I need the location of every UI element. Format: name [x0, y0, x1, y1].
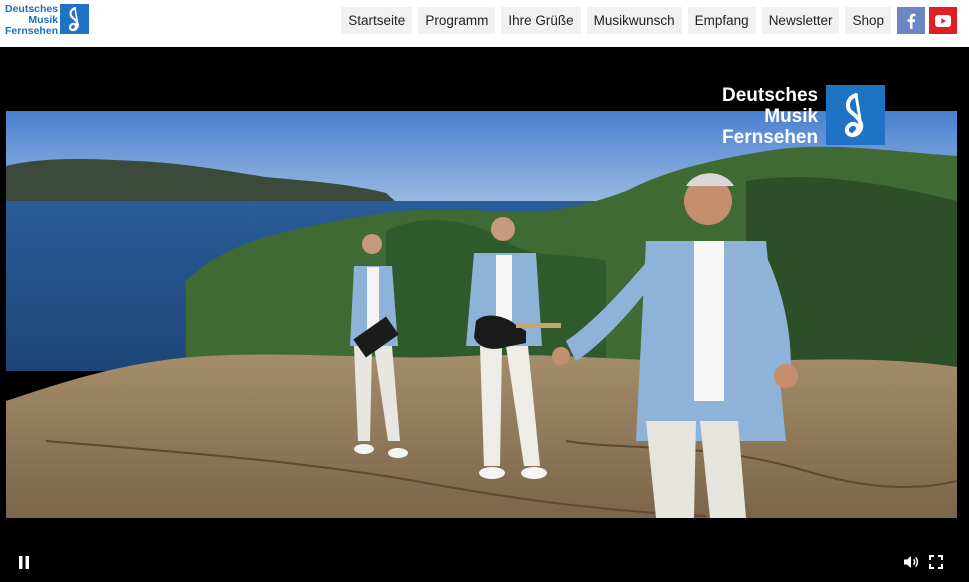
pause-icon: [19, 556, 29, 569]
nav-startseite[interactable]: Startseite: [341, 7, 413, 34]
volume-button[interactable]: [903, 555, 919, 574]
video-scene: [6, 111, 957, 518]
volume-icon: [904, 556, 919, 568]
nav-musikwunsch[interactable]: Musikwunsch: [586, 7, 682, 34]
youtube-button[interactable]: [929, 7, 957, 34]
fullscreen-icon: [929, 555, 943, 569]
nav-programm[interactable]: Programm: [418, 7, 496, 34]
watermark-line-1: Deutsches: [722, 85, 819, 106]
pause-button[interactable]: [18, 556, 30, 574]
logo-line-3: Fernsehen: [5, 25, 59, 37]
treble-clef-icon: [60, 4, 90, 34]
watermark-text: Deutsches Musik Fernsehen: [722, 85, 818, 148]
youtube-icon: [935, 14, 951, 27]
watermark-line-2: Musik: [764, 106, 819, 127]
nav-empfang[interactable]: Empfang: [687, 7, 756, 34]
facebook-button[interactable]: [897, 7, 925, 34]
watermark-line-3: Fernsehen: [722, 127, 819, 148]
fullscreen-button[interactable]: [929, 555, 943, 574]
facebook-icon: [907, 13, 916, 29]
logo-text: Deutsches Musik Fernsehen: [5, 4, 58, 37]
site-header: Deutsches Musik Fernsehen Startseite Pro…: [0, 0, 969, 47]
nav-ihre-gruesse[interactable]: Ihre Grüße: [501, 7, 581, 34]
main-navigation: Startseite Programm Ihre Grüße Musikwuns…: [341, 7, 957, 34]
player-controls: [0, 552, 969, 582]
treble-clef-icon: [826, 85, 886, 145]
video-watermark-logo: Deutsches Musik Fernsehen: [722, 85, 886, 148]
nav-newsletter[interactable]: Newsletter: [761, 7, 840, 34]
site-logo[interactable]: Deutsches Musik Fernsehen: [5, 4, 90, 38]
video-player[interactable]: Deutsches Musik Fernsehen: [0, 47, 969, 582]
nav-shop[interactable]: Shop: [845, 7, 891, 34]
video-frame[interactable]: [6, 111, 957, 518]
